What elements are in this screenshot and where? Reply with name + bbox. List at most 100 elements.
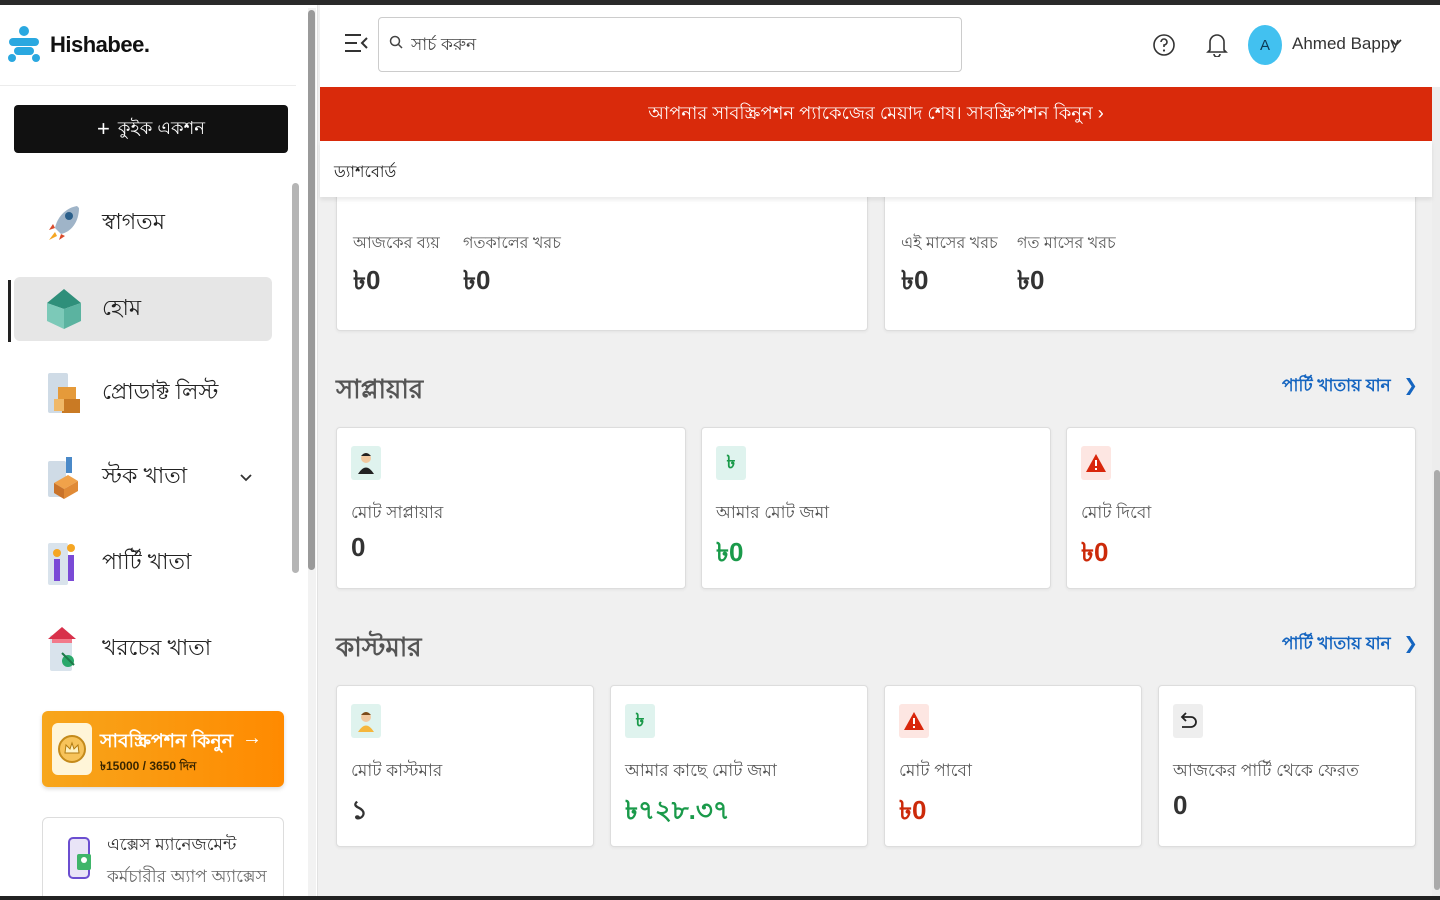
card-value: ৳0: [1081, 537, 1109, 567]
phone-access-icon: [63, 836, 97, 880]
sidebar-item-label: খরচের খাতা: [102, 634, 212, 660]
stat-value: ৳0: [901, 265, 929, 295]
sidebar-item-label: পার্টি খাতা: [102, 548, 192, 574]
total-receivable-card[interactable]: মোট পাবো ৳0: [884, 685, 1142, 847]
buy-subscription-card[interactable]: সাবস্ক্রিপশন কিনুন ৳15000 / 3650 দিন →: [42, 711, 284, 787]
dashboard-content: আজকের ব্যয় ৳0 গতকালের খরচ ৳0 এই মাসের খ…: [320, 197, 1432, 897]
sidebar-item-expense[interactable]: খরচের খাতা: [14, 617, 272, 681]
sidebar-scrollbar[interactable]: [292, 183, 299, 573]
card-value: ৳0: [899, 795, 927, 825]
arrow-right-icon: →: [242, 727, 262, 749]
stock-icon: [44, 453, 84, 501]
stat-label: গত মাসের খরচ: [1017, 235, 1116, 252]
search-icon: [389, 35, 403, 54]
chevron-right-icon: ❯: [1403, 376, 1418, 395]
breadcrumb-bar: ড্যাশবোর্ড: [320, 141, 1432, 197]
chevron-down-icon[interactable]: [240, 469, 252, 485]
help-icon[interactable]: [1152, 33, 1176, 62]
sidebar-item-welcome[interactable]: স্বাগতম: [14, 191, 272, 255]
crown-badge-icon: [52, 723, 92, 775]
card-value: ৳৭২৮.৩৭: [625, 795, 730, 825]
sidebar-item-home[interactable]: হোম: [14, 277, 272, 341]
supplier-person-icon: [351, 446, 381, 480]
card-label: আজকের পার্টি থেকে ফেরত: [1173, 761, 1359, 780]
window-bottom-border: [0, 896, 1440, 900]
main-scrollbar-thumb[interactable]: [1434, 470, 1440, 890]
breadcrumb[interactable]: ড্যাশবোর্ড: [334, 159, 396, 186]
goto-party-link[interactable]: পার্টি খাতায় যান ❯: [1282, 373, 1418, 401]
scrollbar-thumb[interactable]: [308, 10, 315, 570]
card-value: 0: [1173, 790, 1188, 820]
sidebar-item-party[interactable]: পার্টি খাতা: [14, 531, 272, 595]
access-subtitle: কর্মচারীর অ্যাপ অ্যাক্সেস: [107, 867, 267, 886]
access-management-card[interactable]: এক্সেস ম্যানেজমেন্ট কর্মচারীর অ্যাপ অ্যা…: [42, 817, 284, 896]
party-icon: [44, 539, 84, 587]
monthly-expense-card: এই মাসের খরচ ৳0 গত মাসের খরচ ৳0: [884, 197, 1416, 331]
boxes-icon: [44, 369, 84, 417]
card-label: মোট পাবো: [899, 761, 972, 780]
plus-icon: +: [96, 116, 110, 141]
total-payable-card[interactable]: মোট দিবো ৳0: [1066, 427, 1416, 589]
quick-action-label: কুইক একশন: [117, 117, 206, 138]
chevron-down-icon[interactable]: [1390, 35, 1402, 50]
link-label: পার্টি খাতায় যান: [1282, 634, 1391, 653]
subscription-expired-banner[interactable]: আপনার সাবস্ক্রিপশন প্যাকেজের মেয়াদ শেষ।…: [320, 87, 1432, 141]
user-name[interactable]: Ahmed Bappy: [1292, 34, 1399, 54]
total-customer-card[interactable]: মোট কাস্টমার ১: [336, 685, 594, 847]
rocket-icon: [44, 199, 84, 247]
home-icon: [44, 285, 84, 333]
sidebar-item-label: স্টক খাতা: [102, 462, 188, 488]
access-title: এক্সেস ম্যানেজমেন্ট: [107, 835, 237, 854]
taka-icon: ৳: [716, 446, 746, 480]
customer-person-icon: [351, 704, 381, 738]
top-header: A Ahmed Bappy: [320, 5, 1440, 87]
subscription-price: ৳15000 / 3650 দিন: [100, 759, 197, 773]
app-name: Hishabee.: [50, 32, 150, 57]
return-arrow-icon: [1173, 704, 1203, 738]
sidebar-item-label: হোম: [102, 294, 142, 320]
sidebar-item-product-list[interactable]: প্রোডাক্ট লিস্ট: [14, 361, 272, 425]
customer-section-title: কাস্টমার: [336, 632, 422, 662]
sidebar-item-label: স্বাগতম: [102, 208, 165, 234]
expense-icon: [44, 625, 84, 673]
card-label: মোট সাপ্লায়ার: [351, 503, 444, 522]
active-indicator: [8, 280, 11, 342]
sidebar: Hishabee. + কুইক একশন স্বাগতম হোম প্রোডা…: [0, 5, 318, 896]
card-label: মোট কাস্টমার: [351, 761, 443, 780]
search-box[interactable]: [378, 17, 962, 72]
stat-value: ৳0: [463, 265, 491, 295]
card-label: আমার মোট জমা: [716, 503, 830, 522]
divider: [0, 85, 296, 86]
total-supplier-card[interactable]: মোট সাপ্লায়ার 0: [336, 427, 686, 589]
card-value: ১: [351, 795, 368, 825]
quick-action-button[interactable]: + কুইক একশন: [14, 105, 288, 153]
card-value: ৳0: [716, 537, 744, 567]
sidebar-item-stock[interactable]: স্টক খাতা: [14, 445, 272, 509]
supplier-section-title: সাপ্লায়ার: [336, 374, 424, 404]
goto-party-link[interactable]: পার্টি খাতায় যান ❯: [1282, 631, 1418, 659]
sidebar-item-label: প্রোডাক্ট লিস্ট: [102, 378, 219, 404]
card-value: 0: [351, 532, 366, 562]
notification-bell-icon[interactable]: [1206, 31, 1228, 62]
my-total-deposit-card[interactable]: ৳ আমার মোট জমা ৳0: [701, 427, 1051, 589]
app-logo[interactable]: Hishabee.: [6, 25, 150, 65]
hishabee-logo-icon: [8, 26, 40, 62]
link-label: পার্টি খাতায় যান: [1282, 376, 1391, 395]
card-label: আমার কাছে মোট জমা: [625, 761, 777, 780]
stat-label: আজকের ব্যয়: [353, 235, 440, 252]
stat-value: ৳0: [353, 265, 381, 295]
avatar[interactable]: A: [1248, 25, 1282, 65]
search-input[interactable]: [411, 34, 911, 55]
collapse-menu-icon[interactable]: [344, 33, 368, 58]
stat-label: গতকালের খরচ: [463, 235, 561, 252]
subscription-title: সাবস্ক্রিপশন কিনুন: [100, 731, 234, 752]
taka-icon: ৳: [625, 704, 655, 738]
stat-label: এই মাসের খরচ: [901, 235, 998, 252]
warning-icon: [1081, 446, 1111, 480]
deposit-with-me-card[interactable]: ৳ আমার কাছে মোট জমা ৳৭২৮.৩৭: [610, 685, 868, 847]
chevron-right-icon: ❯: [1403, 634, 1418, 653]
stat-value: ৳0: [1017, 265, 1045, 295]
today-party-return-card[interactable]: আজকের পার্টি থেকে ফেরত 0: [1158, 685, 1416, 847]
daily-expense-card: আজকের ব্যয় ৳0 গতকালের খরচ ৳0: [336, 197, 868, 331]
warning-icon: [899, 704, 929, 738]
